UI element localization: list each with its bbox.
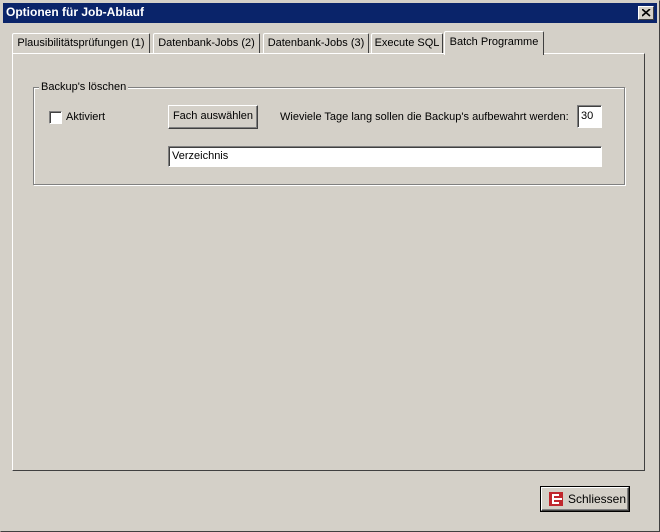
select-folder-button[interactable]: Fach auswählen xyxy=(168,105,258,129)
schliessen-label: Schliessen xyxy=(568,492,627,506)
tab-label: Plausibilitätsprüfungen (1) xyxy=(17,37,145,49)
tab-label: Execute SQL xyxy=(374,37,440,49)
window-close-button[interactable] xyxy=(638,6,654,20)
aktiviert-checkbox[interactable] xyxy=(49,111,62,124)
tab-label: Datenbank-Jobs (3) xyxy=(267,37,365,49)
exit-icon xyxy=(549,492,563,506)
tab-panel-batch-programme: Backup's löschen Aktiviert Fach auswähle… xyxy=(12,53,645,471)
select-folder-label: Fach auswählen xyxy=(172,110,254,122)
backup-delete-group: Backup's löschen Aktiviert Fach auswähle… xyxy=(33,80,625,185)
tab-label: Datenbank-Jobs (2) xyxy=(158,37,255,49)
schliessen-button[interactable]: Schliessen xyxy=(540,486,630,512)
window-title: Optionen für Job-Ablauf xyxy=(6,5,144,19)
retention-days-label: Wieviele Tage lang sollen die Backup's a… xyxy=(280,111,569,123)
directory-input[interactable]: Verzeichnis xyxy=(168,146,602,167)
tab-plausibilitaetspruefungen[interactable]: Plausibilitätsprüfungen (1) xyxy=(12,33,150,53)
tab-execute-sql[interactable]: Execute SQL xyxy=(371,33,443,53)
title-bar[interactable]: Optionen für Job-Ablauf xyxy=(3,3,657,23)
close-icon xyxy=(642,9,651,17)
tab-batch-programme[interactable]: Batch Programme xyxy=(444,31,544,55)
aktiviert-label[interactable]: Aktiviert xyxy=(66,111,105,124)
tab-datenbank-jobs-2[interactable]: Datenbank-Jobs (2) xyxy=(153,33,260,53)
group-title: Backup's löschen xyxy=(39,80,129,94)
tab-datenbank-jobs-3[interactable]: Datenbank-Jobs (3) xyxy=(263,33,369,53)
dialog-window: Optionen für Job-Ablauf Plausibilitätspr… xyxy=(0,0,660,532)
retention-days-input[interactable]: 30 xyxy=(577,105,602,128)
tab-label: Batch Programme xyxy=(449,36,539,48)
